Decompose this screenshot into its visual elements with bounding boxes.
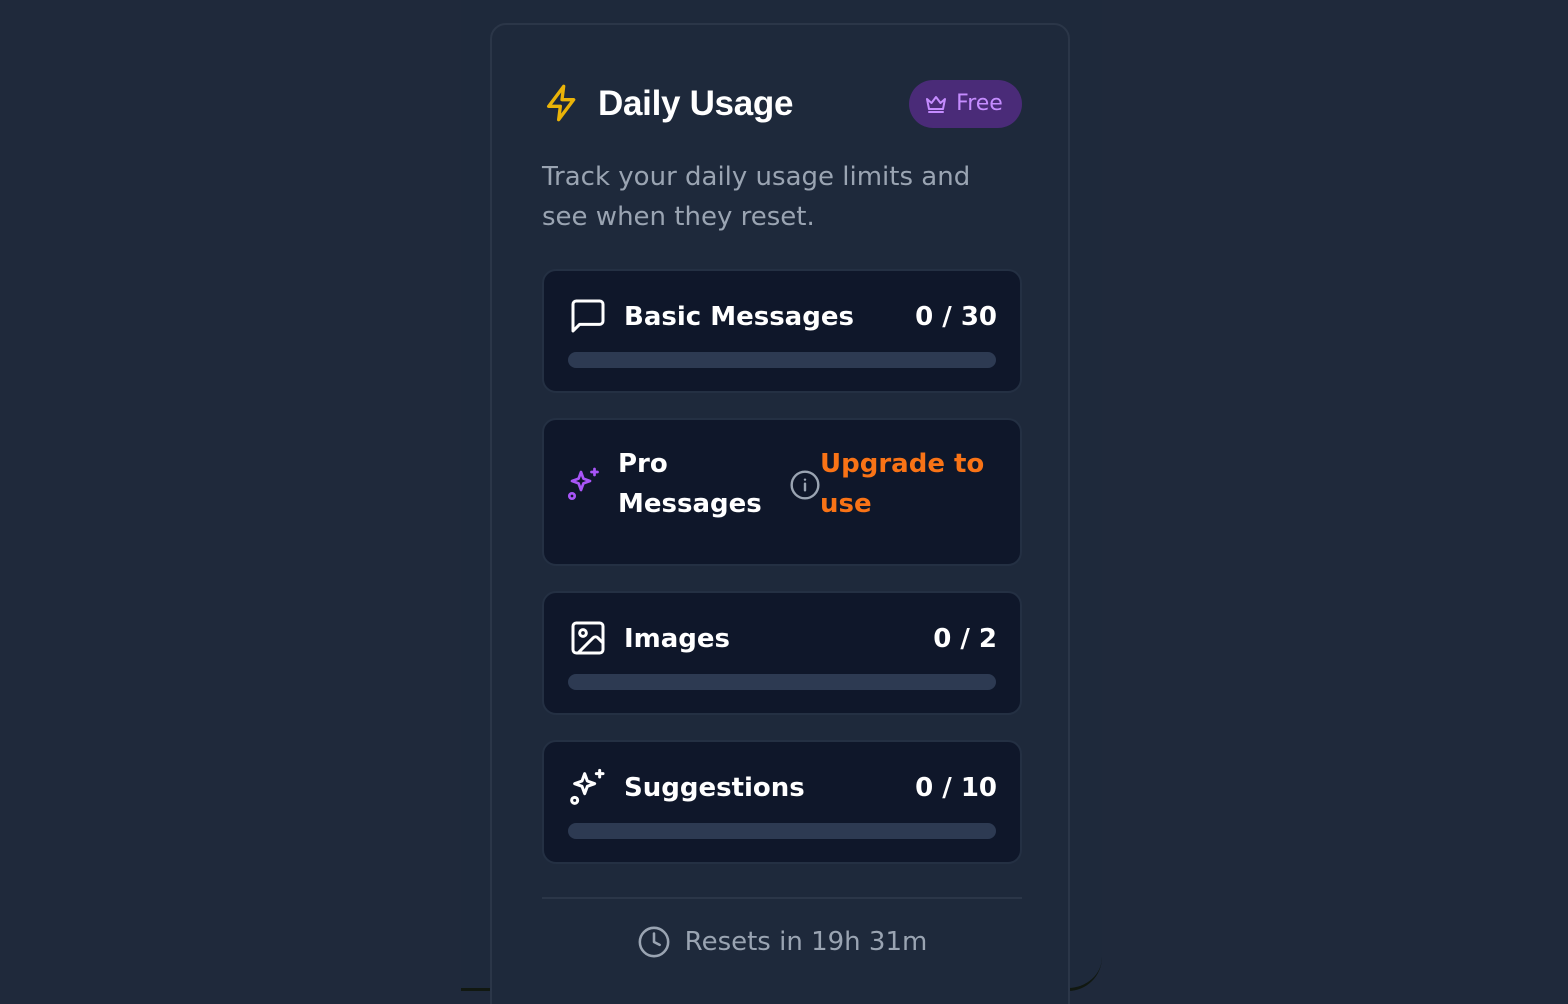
usage-item-count: 0 / 30 — [915, 302, 997, 332]
reset-countdown: Resets in 19h 31m — [684, 927, 928, 957]
card-header: Daily Usage Free — [542, 80, 1022, 128]
progress-track — [568, 674, 996, 690]
usage-item-suggestions: Suggestions 0 / 10 — [542, 740, 1022, 864]
clock-icon — [638, 926, 670, 958]
usage-item-images: Images 0 / 2 — [542, 591, 1022, 715]
upgrade-link[interactable]: Upgrade to use — [820, 444, 1010, 524]
bolt-icon — [547, 84, 576, 122]
app-root: Daily Usage Free Track your daily usage … — [0, 0, 1568, 1004]
usage-item-label: Images — [624, 624, 731, 654]
usage-item-basic-messages: Basic Messages 0 / 30 — [542, 269, 1022, 393]
usage-item-count: 0 / 2 — [933, 624, 997, 654]
reset-info: Resets in 19h 31m — [492, 922, 1072, 962]
card-title: Daily Usage — [598, 84, 794, 123]
usage-item-label: Basic Messages — [624, 302, 854, 332]
daily-usage-card: Daily Usage Free Track your daily usage … — [490, 23, 1070, 1004]
usage-item-label: Pro Messages — [618, 449, 762, 519]
plan-badge-label: Free — [956, 91, 1003, 116]
sparkles-icon — [567, 467, 599, 501]
image-icon — [571, 621, 605, 655]
usage-item-label: Suggestions — [624, 773, 805, 803]
usage-item-pro-messages: Pro Messages Upgrade to use — [542, 418, 1022, 566]
progress-track — [568, 823, 996, 839]
usage-item-count: 0 / 10 — [915, 773, 997, 803]
crown-icon — [926, 96, 947, 113]
progress-track — [568, 352, 996, 368]
plan-badge: Free — [909, 80, 1022, 128]
divider — [542, 897, 1022, 899]
card-description: Track your daily usage limits and see wh… — [542, 162, 971, 232]
sparkles-icon — [570, 768, 605, 805]
message-square-icon — [571, 299, 605, 333]
info-icon[interactable] — [789, 469, 821, 501]
